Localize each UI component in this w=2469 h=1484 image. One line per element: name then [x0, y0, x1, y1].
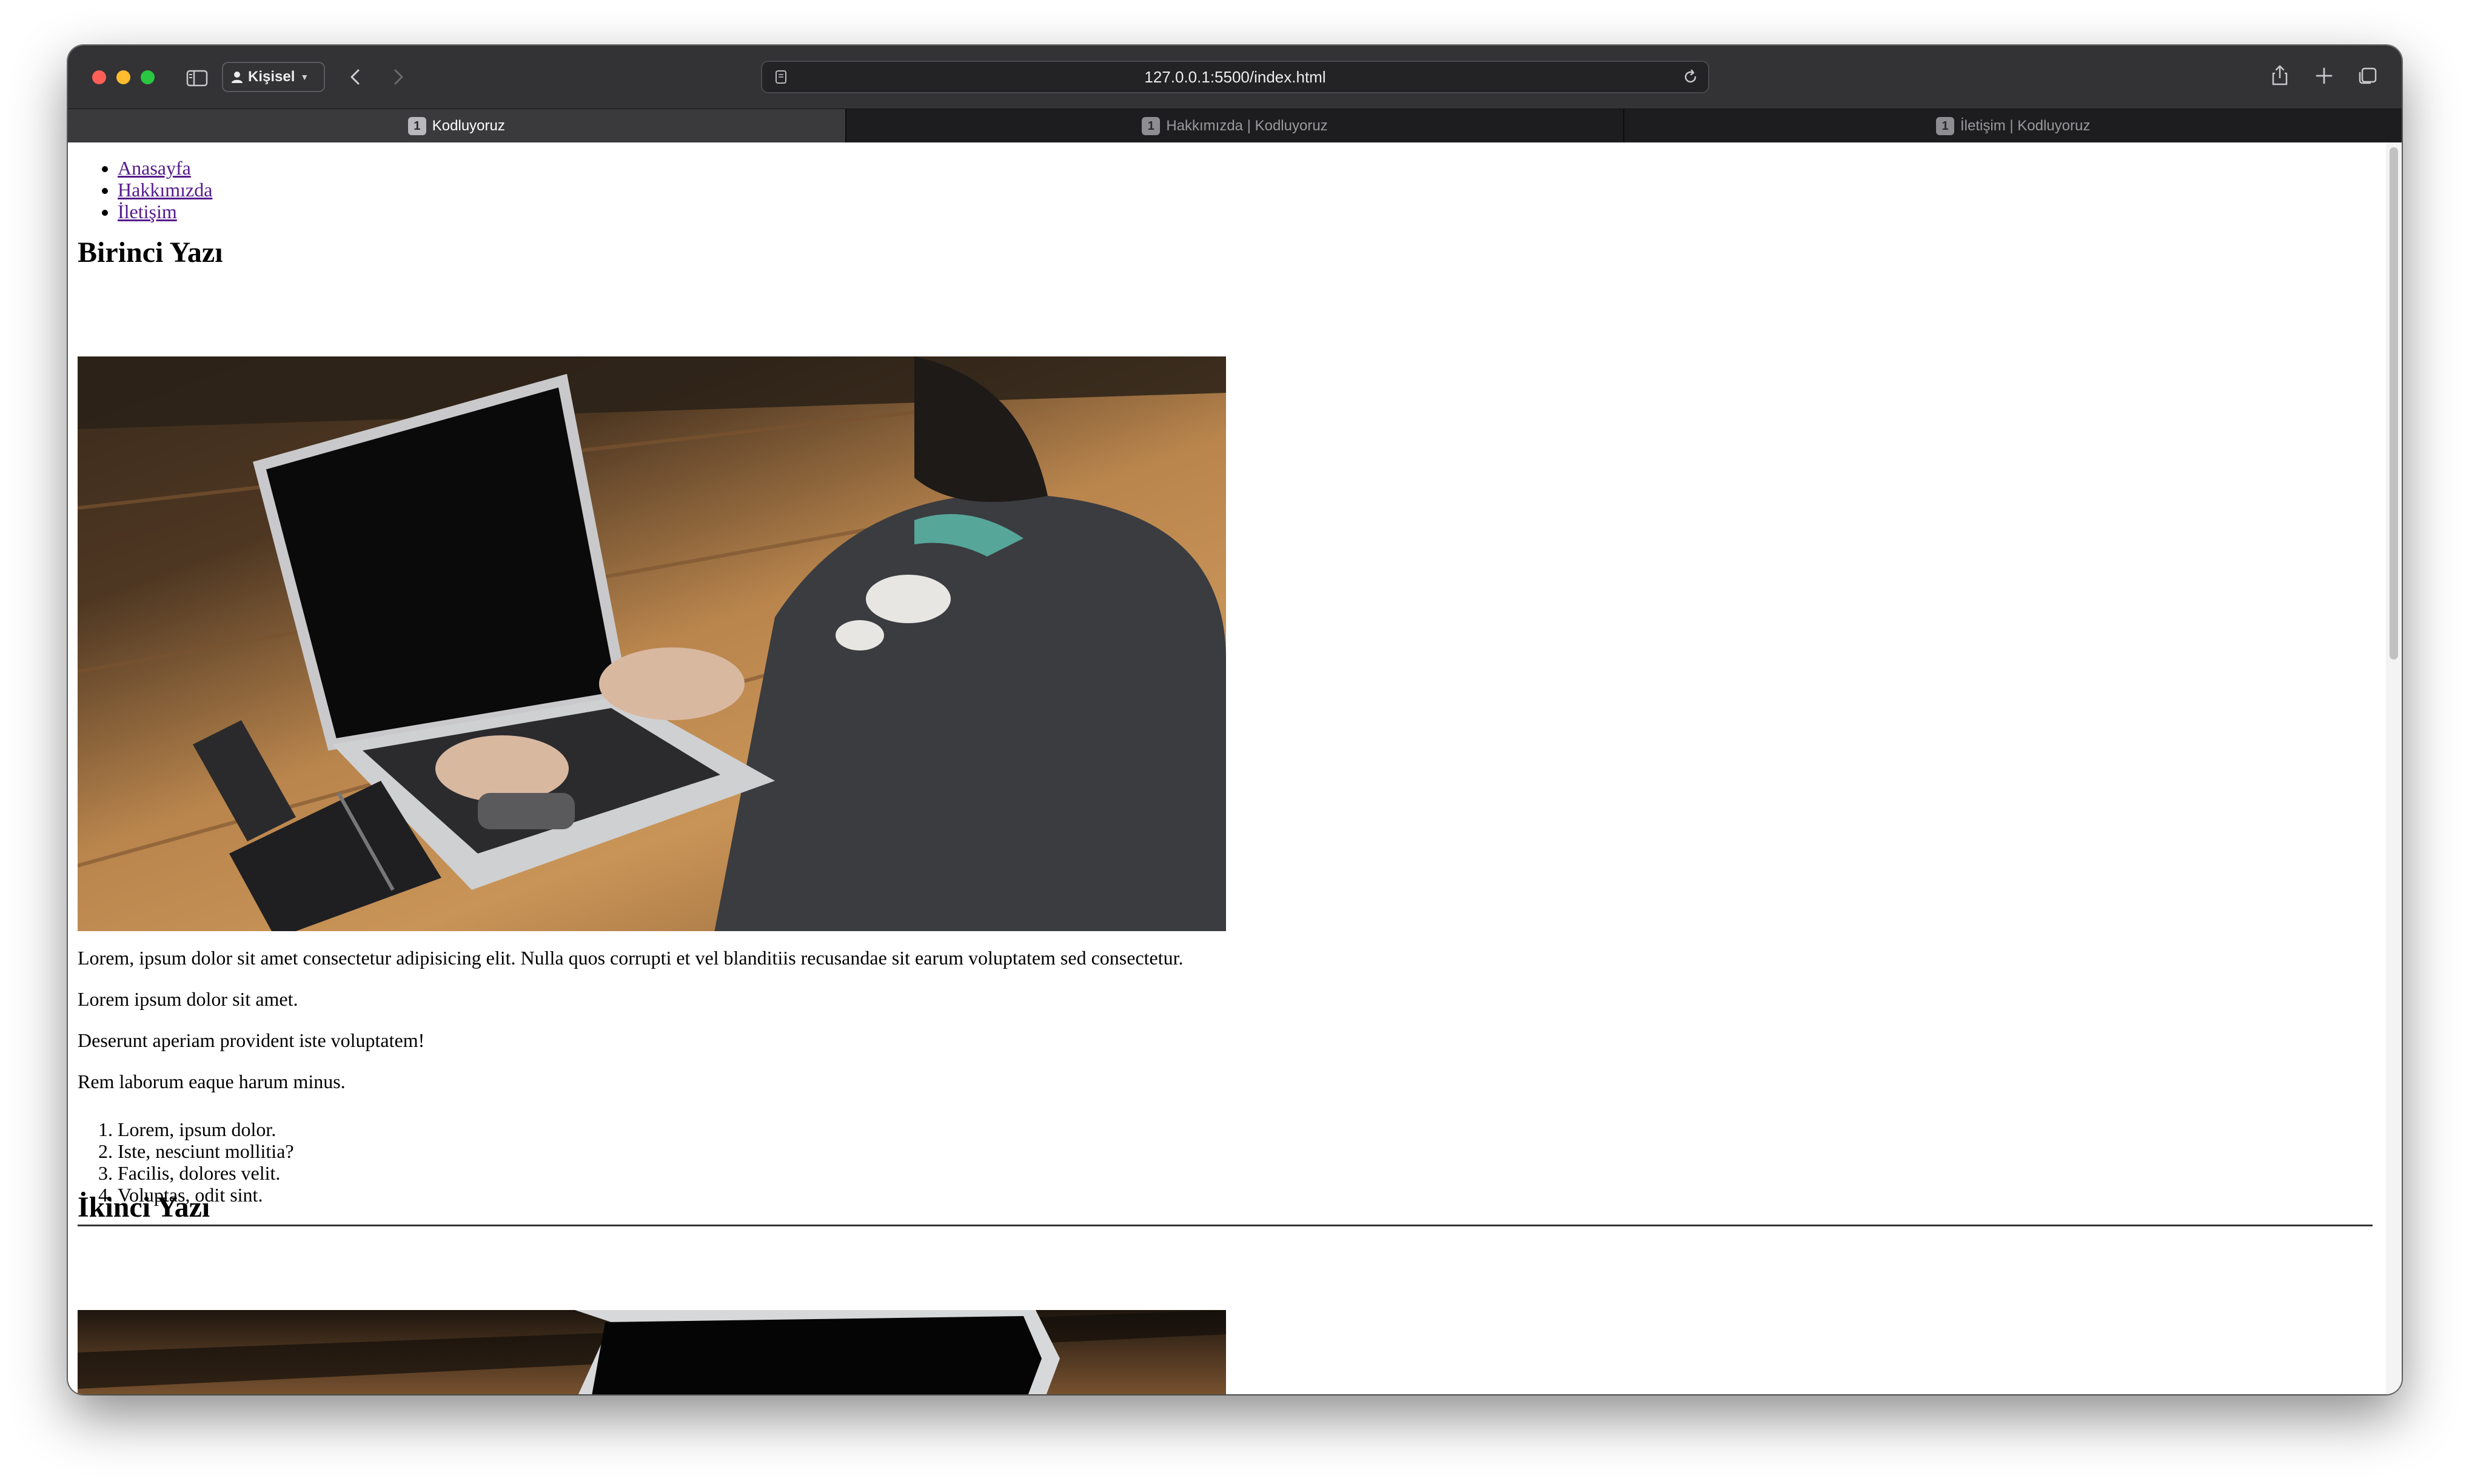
- share-icon[interactable]: [2266, 62, 2293, 89]
- url-text[interactable]: 127.0.0.1:5500/index.html: [762, 62, 1708, 92]
- list-item: Iste, nesciunt mollitia?: [118, 1140, 294, 1162]
- profile-button[interactable]: Kişisel ▼: [222, 62, 325, 92]
- tab-favicon: 1: [407, 117, 426, 135]
- scrollbar[interactable]: [2386, 142, 2402, 1394]
- nav-item: Anasayfa: [118, 157, 212, 179]
- forward-arrow-icon[interactable]: [386, 65, 410, 89]
- zoom-window-button[interactable]: [141, 70, 155, 84]
- nav-item: Hakkımızda: [118, 179, 212, 201]
- section-divider: [78, 1225, 2373, 1226]
- scrollbar-thumb[interactable]: [2390, 147, 2398, 660]
- tab-favicon: 1: [1936, 117, 1955, 135]
- article-1-image: [78, 356, 1226, 931]
- tab-bar: 1 Kodluyoruz 1 Hakkımızda | Kodluyoruz 1…: [68, 109, 2402, 143]
- site-nav: Anasayfa Hakkımızda İletişim: [118, 157, 212, 222]
- article-1-paragraph: Lorem, ipsum dolor sit amet consectetur …: [78, 947, 1184, 969]
- tab-iletisim[interactable]: 1 İletişim | Kodluyoruz: [1623, 109, 2402, 143]
- tab-label: Kodluyoruz: [432, 118, 505, 134]
- chevron-down-icon: ▼: [300, 72, 309, 82]
- article-1-paragraph: Rem laborum eaque harum minus.: [78, 1071, 346, 1092]
- user-icon: [232, 72, 243, 83]
- article-1-title: Birinci Yazı: [78, 236, 223, 269]
- page-content: Anasayfa Hakkımızda İletişim Birinci Yaz…: [68, 142, 2402, 1394]
- tab-label: Hakkımızda | Kodluyoruz: [1166, 118, 1328, 134]
- browser-toolbar: Kişisel ▼ 127.0.0.1:5500/index.html: [68, 45, 2402, 109]
- nav-item: İletişim: [118, 201, 212, 222]
- address-bar[interactable]: 127.0.0.1:5500/index.html: [761, 61, 1709, 93]
- tab-hakkimizda[interactable]: 1 Hakkımızda | Kodluyoruz: [845, 109, 1624, 143]
- tab-favicon: 1: [1142, 117, 1161, 135]
- article-2-image: [78, 1310, 1226, 1394]
- article-1-paragraph: Lorem ipsum dolor sit amet.: [78, 988, 298, 1010]
- tab-kodluyoruz[interactable]: 1 Kodluyoruz: [68, 109, 845, 143]
- plus-icon[interactable]: [2311, 62, 2337, 89]
- profile-label: Kişisel: [248, 69, 295, 85]
- sidebar-icon[interactable]: [185, 66, 209, 90]
- nav-link-anasayfa[interactable]: Anasayfa: [118, 157, 191, 179]
- nav-link-iletisim[interactable]: İletişim: [118, 201, 177, 222]
- minimize-window-button[interactable]: [116, 70, 130, 84]
- list-item: Lorem, ipsum dolor.: [118, 1118, 294, 1140]
- browser-window: Kişisel ▼ 127.0.0.1:5500/index.html 1 Ko…: [68, 45, 2402, 1394]
- article-1-paragraph: Deserunt aperiam provident iste voluptat…: [78, 1029, 425, 1051]
- nav-link-hakkimizda[interactable]: Hakkımızda: [118, 179, 212, 201]
- tabs-overview-icon[interactable]: [2354, 62, 2380, 89]
- back-arrow-icon[interactable]: [344, 65, 368, 89]
- reload-icon[interactable]: [1681, 68, 1700, 86]
- close-window-button[interactable]: [92, 70, 106, 84]
- tab-label: İletişim | Kodluyoruz: [1960, 118, 2091, 134]
- article-2-title: İkinci Yazı: [78, 1191, 210, 1223]
- list-item: Facilis, dolores velit.: [118, 1162, 294, 1184]
